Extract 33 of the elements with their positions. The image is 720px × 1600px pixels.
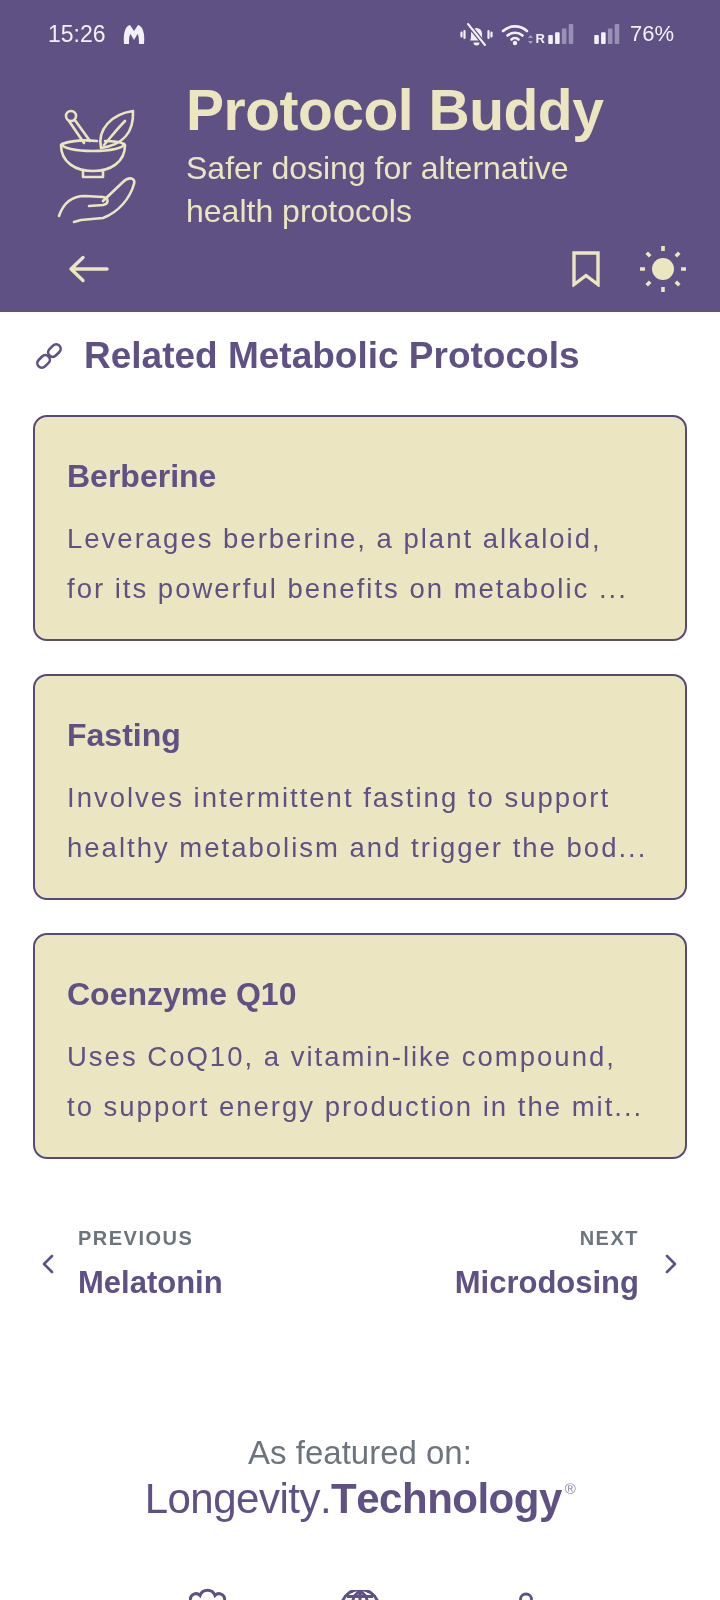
bookmark-icon[interactable] — [572, 251, 600, 287]
sun-icon[interactable] — [640, 246, 686, 292]
card-title: Coenzyme Q10 — [67, 975, 298, 1014]
card-description: Involves intermittent fasting to support healthy metabolism and trigger the bod... — [67, 781, 649, 865]
back-arrow-icon[interactable] — [67, 255, 109, 283]
protocol-card[interactable]: Coenzyme Q10 Uses CoQ10, a vitamin-like compound, to support energy production in the mit... — [33, 933, 687, 1159]
card-description: Leverages berberine, a plant alkaloid, for its powerful benefits on metabolic ... — [67, 522, 629, 606]
app-title: Protocol Buddy — [186, 78, 605, 142]
link-icon — [36, 343, 62, 369]
previous-page-link[interactable]: PREVIOUS Melatonin — [33, 1225, 223, 1303]
wifi-icon — [500, 22, 533, 46]
protocol-card[interactable]: Fasting Involves intermittent fasting to support healthy metabolism and trigger the bod... — [33, 674, 687, 900]
mortar-leaf-hand-icon — [57, 108, 137, 224]
app-subtitle: Safer dosing for alternative health protocols — [186, 149, 570, 231]
status-time: 15:26 — [48, 20, 106, 48]
chevron-right-icon — [665, 1254, 677, 1274]
chevron-left-icon — [42, 1254, 54, 1274]
bell-off-icon — [459, 21, 493, 47]
card-title: Berberine — [67, 457, 218, 496]
section-title: Related Metabolic Protocols — [84, 334, 580, 378]
m-letter-icon — [121, 23, 146, 45]
roaming-label: R — [535, 30, 545, 46]
signal-icon — [592, 24, 621, 44]
signal-icon — [546, 24, 575, 44]
next-page-link[interactable]: NEXT Microdosing — [454, 1225, 687, 1303]
battery-level: 76% — [629, 21, 674, 47]
featured-label: As featured on: — [248, 1435, 472, 1471]
cloud-icon[interactable] — [187, 1588, 228, 1600]
card-title: Fasting — [67, 716, 182, 755]
globe-icon[interactable] — [340, 1590, 380, 1600]
featured-logo[interactable]: Longevity.Technology$^{®}$ — [144, 1474, 576, 1524]
card-description: Uses CoQ10, a vitamin-like compound, to support energy production in the mit... — [67, 1040, 645, 1124]
protocol-card[interactable]: Berberine Leverages berberine, a plant alkaloid, for its powerful benefits on metabolic ... — [33, 415, 687, 641]
